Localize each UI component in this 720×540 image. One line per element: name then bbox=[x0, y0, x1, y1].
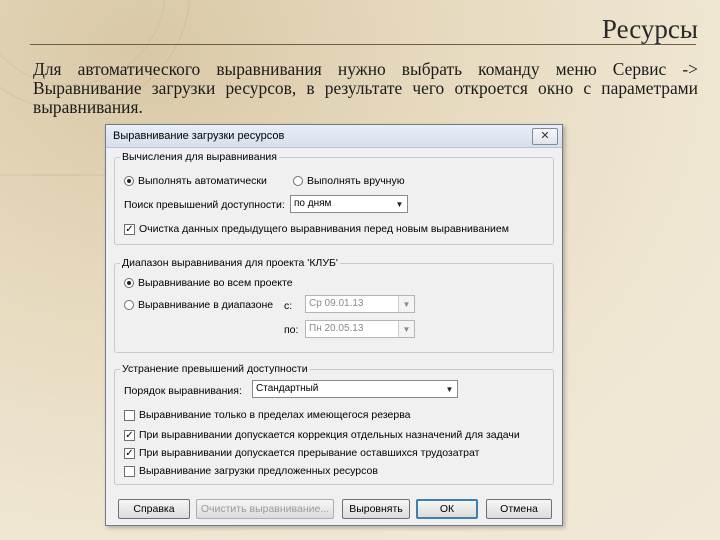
to-label: по: bbox=[284, 324, 299, 336]
level-all-radio[interactable]: Выравнивание во всем проекте bbox=[124, 277, 293, 289]
to-date-value: Пн 20.05.13 bbox=[309, 323, 364, 334]
option-checkbox[interactable]: Выравнивание загрузки предложенных ресур… bbox=[124, 465, 378, 477]
order-label: Порядок выравнивания: bbox=[124, 385, 242, 397]
clear-previous-check-indicator: ✓ bbox=[124, 223, 135, 235]
option-label: При выравнивании допускается коррекция о… bbox=[139, 429, 520, 441]
level-range-label: Выравнивание в диапазоне bbox=[138, 299, 274, 311]
search-period-value: по дням bbox=[294, 198, 332, 209]
help-button[interactable]: Справка bbox=[118, 499, 190, 519]
range-group-legend: Диапазон выравнивания для проекта 'КЛУБ' bbox=[120, 257, 340, 269]
level-all-label: Выравнивание во всем проекте bbox=[138, 277, 293, 289]
auto-radio-label: Выполнять автоматически bbox=[138, 175, 267, 187]
option-checkbox[interactable]: Выравнивание только в пределах имеющегос… bbox=[124, 409, 411, 421]
auto-radio[interactable]: Выполнять автоматически bbox=[124, 175, 267, 187]
from-date-picker[interactable]: Ср 09.01.13 ▼ bbox=[305, 295, 415, 313]
option-checkbox[interactable]: ✓ При выравнивании допускается прерывани… bbox=[124, 447, 479, 459]
level-all-radio-indicator bbox=[124, 278, 134, 288]
auto-radio-indicator bbox=[124, 176, 134, 186]
option-checkbox[interactable]: ✓ При выравнивании допускается коррекция… bbox=[124, 429, 520, 441]
chevron-down-icon: ▼ bbox=[395, 199, 404, 209]
level-now-button[interactable]: Выровнять bbox=[342, 499, 410, 519]
slide-body-text: Для автоматического выравнивания нужно в… bbox=[33, 59, 698, 117]
option-check-indicator bbox=[124, 409, 135, 421]
option-label: Выравнивание загрузки предложенных ресур… bbox=[139, 465, 378, 477]
close-button[interactable]: ✕ bbox=[532, 128, 558, 145]
from-date-value: Ср 09.01.13 bbox=[309, 298, 364, 309]
option-check-indicator: ✓ bbox=[124, 429, 135, 441]
cancel-button[interactable]: Отмена bbox=[486, 499, 552, 519]
level-range-radio-indicator bbox=[124, 300, 134, 310]
chevron-down-icon: ▼ bbox=[398, 296, 414, 312]
manual-radio-indicator bbox=[293, 176, 303, 186]
dialog-titlebar: Выравнивание загрузки ресурсов ✕ bbox=[106, 125, 562, 148]
level-range-radio[interactable]: Выравнивание в диапазоне bbox=[124, 299, 273, 311]
title-divider bbox=[30, 44, 696, 45]
search-label: Поиск превышений доступности: bbox=[124, 199, 285, 211]
manual-radio[interactable]: Выполнять вручную bbox=[293, 175, 405, 187]
leveling-dialog: Выравнивание загрузки ресурсов ✕ Вычисле… bbox=[105, 124, 563, 526]
leveling-order-value: Стандартный bbox=[256, 383, 319, 394]
leveling-order-select[interactable]: Стандартный ▼ bbox=[252, 380, 458, 398]
ok-button[interactable]: ОК bbox=[416, 499, 478, 519]
slide-title: Ресурсы bbox=[601, 14, 698, 44]
option-check-indicator: ✓ bbox=[124, 447, 135, 459]
clear-previous-label: Очистка данных предыдущего выравнивания … bbox=[139, 223, 509, 235]
close-icon: ✕ bbox=[540, 130, 550, 142]
dialog-title: Выравнивание загрузки ресурсов bbox=[113, 130, 285, 142]
clear-previous-checkbox[interactable]: ✓ Очистка данных предыдущего выравнивани… bbox=[124, 223, 509, 235]
to-date-picker[interactable]: Пн 20.05.13 ▼ bbox=[305, 320, 415, 338]
chevron-down-icon: ▼ bbox=[445, 384, 454, 394]
option-check-indicator bbox=[124, 465, 135, 477]
clear-leveling-button[interactable]: Очистить выравнивание... bbox=[196, 499, 334, 519]
resolve-group-legend: Устранение превышений доступности bbox=[120, 363, 310, 375]
from-label: с: bbox=[284, 300, 293, 312]
option-label: При выравнивании допускается прерывание … bbox=[139, 447, 480, 459]
option-label: Выравнивание только в пределах имеющегос… bbox=[139, 409, 411, 421]
chevron-down-icon: ▼ bbox=[398, 321, 414, 337]
calc-group-legend: Вычисления для выравнивания bbox=[120, 151, 279, 163]
manual-radio-label: Выполнять вручную bbox=[307, 175, 405, 187]
search-period-select[interactable]: по дням ▼ bbox=[290, 195, 408, 213]
